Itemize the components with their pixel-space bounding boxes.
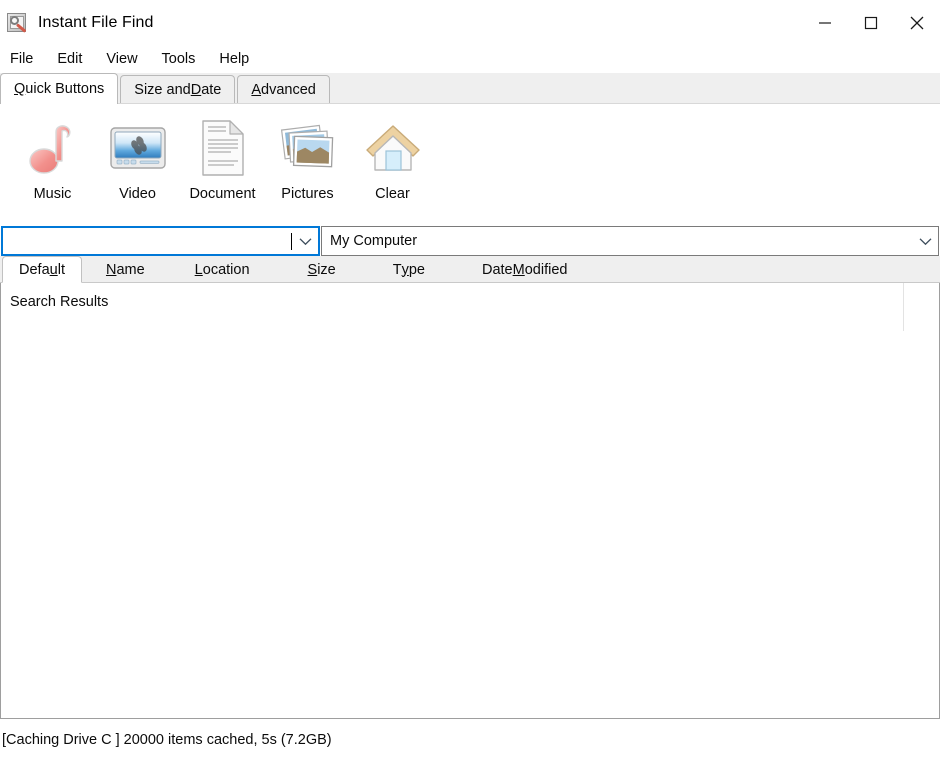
column-mnemonic: u (49, 261, 58, 278)
column-mnemonic: M (512, 261, 525, 278)
tab-quick-buttons[interactable]: Quick Buttons (0, 73, 119, 104)
magnifier-document-icon (6, 12, 28, 34)
quick-button-video[interactable]: Video (95, 112, 180, 202)
minimize-icon[interactable] (802, 0, 848, 46)
column-label-post: ame (116, 261, 145, 278)
quick-button-music[interactable]: Music (10, 112, 95, 202)
results-column-header: Defa u lt Name Location Size Ty pe Date Mod… (0, 256, 940, 283)
column-header-type[interactable]: Ty pe (393, 257, 425, 282)
column-mnemonic: L (194, 261, 203, 278)
tab-label-post: dvanced (261, 81, 316, 98)
quick-button-label: Music (33, 186, 72, 202)
window-controls (802, 0, 940, 46)
menu-item-view[interactable]: View (106, 49, 150, 70)
column-label-post: ize (317, 261, 336, 278)
tab-advanced[interactable]: Advanced (237, 75, 330, 103)
column-label-post: odified (524, 261, 568, 278)
column-header-name[interactable]: Name (106, 257, 145, 282)
quick-button-clear[interactable]: Clear (350, 112, 435, 202)
column-divider (903, 283, 904, 331)
status-bar: [Caching Drive C ] 20000 items cached, 5… (0, 719, 940, 760)
tab-mnemonic: D (190, 81, 202, 98)
tab-mnemonic: Q (14, 81, 26, 97)
quick-button-label: Video (119, 186, 156, 202)
close-icon[interactable] (894, 0, 940, 46)
quick-button-label: Clear (375, 186, 410, 202)
tab-label-pre: Size and (134, 81, 191, 98)
column-label-post: ocation (202, 261, 250, 278)
menu-bar: File Edit View Tools Help (0, 46, 940, 73)
tab-strip: Quick Buttons Size and Date Advanced (0, 73, 940, 104)
column-label-pre: Defa (19, 261, 50, 278)
quick-button-label: Pictures (281, 186, 334, 202)
tab-mnemonic: A (251, 81, 262, 98)
column-mnemonic: y (401, 261, 409, 278)
column-label-post: lt (57, 261, 65, 278)
column-header-date-modified[interactable]: Date Modified (482, 257, 567, 282)
column-header-default[interactable]: Defa u lt (2, 256, 82, 283)
menu-item-file[interactable]: File (10, 49, 46, 70)
quick-button-pictures[interactable]: Pictures (265, 112, 350, 202)
maximize-icon[interactable] (848, 0, 894, 46)
title-bar: Instant File Find (0, 0, 940, 46)
column-mnemonic: N (105, 261, 117, 278)
column-header-location[interactable]: Location (195, 257, 250, 282)
photo-stack-icon (276, 116, 340, 180)
search-row: My Computer (0, 226, 940, 256)
column-label-post: pe (408, 261, 425, 278)
quick-button-document[interactable]: Document (180, 112, 265, 202)
scope-value: My Computer (330, 233, 418, 249)
quick-button-label: Document (189, 186, 256, 202)
video-screen-icon (106, 116, 170, 180)
search-combobox[interactable] (1, 226, 320, 256)
application-window: Instant File Find File Edit View Tools H… (0, 0, 940, 760)
column-mnemonic: S (307, 261, 318, 278)
menu-item-help[interactable]: Help (219, 49, 262, 70)
chevron-down-icon[interactable] (912, 237, 938, 246)
quick-buttons-toolbar: Music Video Document Pictures Clear (0, 104, 940, 226)
house-icon (361, 116, 425, 180)
tab-size-and-date[interactable]: Size and Date (120, 75, 236, 103)
menu-item-edit[interactable]: Edit (57, 49, 95, 70)
document-page-icon (191, 116, 255, 180)
window-title: Instant File Find (38, 14, 154, 31)
search-results-panel[interactable]: Search Results (0, 283, 940, 719)
tab-label-post: ate (201, 81, 222, 98)
status-message: [Caching Drive C ] 20000 items cached, 5… (2, 731, 332, 748)
column-label-pre: Date (481, 261, 513, 278)
music-note-icon (21, 116, 85, 180)
tab-label-post: uick Buttons (25, 81, 105, 97)
column-label-pre: T (392, 261, 402, 278)
menu-item-tools[interactable]: Tools (162, 49, 209, 70)
search-results-label: Search Results (10, 294, 109, 310)
column-header-size[interactable]: Size (308, 257, 336, 282)
chevron-down-icon[interactable] (292, 237, 318, 246)
scope-combobox[interactable]: My Computer (321, 226, 939, 256)
